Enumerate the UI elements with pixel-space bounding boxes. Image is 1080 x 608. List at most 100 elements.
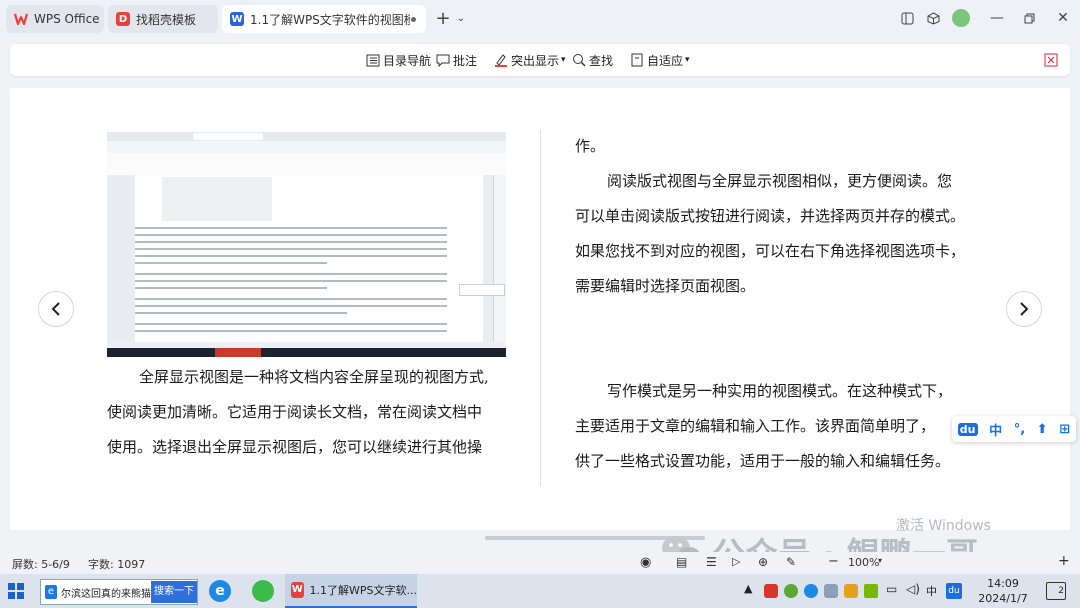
punctuation-icon[interactable]: °, — [1014, 422, 1025, 437]
ime-logo-icon[interactable]: du — [957, 422, 978, 436]
edge-logo-icon: e — [45, 585, 57, 599]
grid-menu-icon[interactable]: ⊞ — [1059, 422, 1070, 437]
search-button[interactable]: 搜索一下 — [151, 581, 197, 603]
comment-label: 批注 — [453, 53, 478, 68]
prev-page-button[interactable] — [38, 291, 74, 327]
close-box-icon — [1044, 53, 1058, 67]
minimize-icon[interactable]: — — [986, 8, 1008, 28]
zoom-in-icon[interactable]: + — [1058, 553, 1070, 569]
chevron-down-icon[interactable]: ⌄ — [450, 8, 472, 28]
page-view-icon[interactable]: ▤ — [676, 555, 687, 569]
taskbar-search-box[interactable]: e 尔滨这回真的来熊猫 搜索一下 — [40, 579, 198, 605]
highlight-pen-icon — [495, 54, 507, 67]
text-line: 写作模式是另一种实用的视图模式。在这种模式下， — [607, 382, 953, 400]
windows-start-icon[interactable] — [8, 583, 24, 603]
find-button[interactable]: 查找 — [572, 51, 613, 69]
cube-icon[interactable] — [922, 8, 944, 28]
page-left-text: 全屏显示视图是一种将文档内容全屏呈现的视图方式, 使阅读更加清晰。它适用于阅读长… — [107, 360, 507, 465]
text-line: 如果您找不到对应的视图，可以在右下角选择视图选项卡， — [575, 242, 966, 260]
windows-taskbar: e 尔滨这回真的来熊猫 搜索一下 e W 1.1了解WPS文字软... ▲ ▭ … — [0, 574, 1080, 608]
chevron-down-icon: ▾ — [561, 55, 566, 65]
browser-360-icon[interactable] — [252, 580, 274, 602]
edge-browser-icon[interactable]: e — [209, 580, 231, 602]
text-line: 可以单击阅读版式按钮进行阅读，并选择两页并存的模式。 — [575, 207, 966, 225]
status-bar: 屏数: 5-6/9 字数: 1097 ◉ ▤ ☰ ▷ ⊕ ✎ − 100% ▾ … — [0, 552, 1080, 574]
text-line: 供了一些格式设置功能，适用于一般的输入和编辑任务。 — [575, 452, 951, 470]
zoom-out-icon[interactable]: − — [828, 554, 839, 569]
exit-reading-button[interactable] — [1044, 51, 1061, 69]
chevron-left-icon — [51, 302, 60, 316]
text-line: 作。 — [575, 137, 606, 155]
chevron-right-icon — [1020, 302, 1029, 316]
chevron-down-icon: ▾ — [685, 55, 690, 65]
word-doc-icon: W — [230, 12, 244, 26]
text-line: 使用。选择退出全屏显示视图后，您可以继续进行其他操 — [107, 438, 483, 456]
tab-document[interactable]: W 1.1了解WPS文字软件的视图模式.c — [222, 5, 426, 33]
tab-label: 1.1了解WPS文字软件的视图模式.c — [250, 12, 410, 27]
clock-time: 14:09 — [987, 577, 1019, 590]
page-divider — [540, 130, 541, 486]
highlight-button[interactable]: 突出显示 ▾ — [494, 51, 566, 69]
ime-lang-button[interactable]: 中 — [989, 420, 1002, 439]
toc-label: 目录导航 — [383, 53, 432, 68]
play-icon[interactable]: ▷ — [732, 555, 740, 568]
tray-app-icon[interactable] — [864, 584, 878, 598]
toc-button[interactable]: 目录导航 — [366, 51, 431, 69]
tab-label: WPS Office — [34, 12, 100, 26]
page-fit-icon — [631, 53, 643, 67]
comment-icon — [436, 54, 450, 67]
ime-du-icon[interactable]: du — [946, 583, 962, 599]
next-page-button[interactable] — [1006, 291, 1042, 327]
tray-app-icon[interactable] — [804, 584, 818, 598]
eye-icon[interactable]: ◉ — [640, 555, 651, 570]
tab-wps-office[interactable]: WPS Office — [6, 5, 104, 33]
web-view-icon[interactable]: ⊕ — [758, 555, 768, 569]
tray-app-icon[interactable] — [844, 584, 858, 598]
sidebar-toggle-icon[interactable] — [896, 8, 918, 28]
ime-indicator[interactable]: 中 — [926, 583, 937, 599]
fit-button[interactable]: 自适应 ▾ — [630, 51, 690, 69]
text-line: 全屏显示视图是一种将文档内容全屏呈现的视图方式, — [139, 368, 489, 386]
docer-icon: D — [116, 12, 130, 26]
wps-app-icon: W — [291, 582, 304, 598]
tab-bar: WPS Office D 找稻壳模板 W 1.1了解WPS文字软件的视图模式.c… — [0, 0, 1080, 36]
word-count[interactable]: 字数: 1097 — [88, 556, 145, 572]
find-label: 查找 — [589, 53, 614, 68]
text-line: 主要适用于文章的编辑和输入工作。该界面简单明了， — [575, 417, 936, 435]
skin-icon[interactable]: ⬆ — [1037, 422, 1048, 437]
fit-label: 自适应 — [647, 53, 684, 68]
text-line: 需要编辑时选择页面视图。 — [575, 277, 756, 295]
tray-app-icon[interactable] — [824, 584, 838, 598]
taskbar-wps-app[interactable]: W 1.1了解WPS文字软... — [285, 574, 417, 608]
clock[interactable]: 14:09 2024/1/7 — [972, 576, 1034, 606]
tray-chevron-icon[interactable]: ▲ — [744, 582, 752, 595]
page-count: 屏数: 5-6/9 — [12, 558, 70, 571]
page-right-text: 作。 阅读版式视图与全屏显示视图相似，更方便阅读。您 可以单击阅读版式按钮进行阅… — [575, 129, 975, 479]
volume-icon[interactable]: ◁) — [906, 582, 920, 596]
pen-icon[interactable]: ✎ — [786, 555, 796, 569]
toc-icon — [366, 54, 380, 66]
outline-view-icon[interactable]: ☰ — [706, 555, 717, 569]
chevron-down-icon[interactable]: ▾ — [878, 556, 882, 565]
taskbar-app-label: 1.1了解WPS文字软... — [309, 584, 417, 597]
comment-button[interactable]: 批注 — [436, 51, 477, 69]
reading-toolbar: 目录导航 批注 突出显示 ▾ 查找 自适应 ▾ — [10, 44, 1070, 76]
restore-icon[interactable] — [1018, 8, 1040, 28]
ime-float-toolbar[interactable]: du 中 °, ⬆ ⊞ — [952, 416, 1076, 442]
close-icon[interactable]: ✕ — [1052, 8, 1074, 28]
avatar[interactable] — [950, 8, 972, 28]
text-line: 使阅读更加清晰。它适用于阅读长文档，常在阅读文档中 — [107, 403, 483, 421]
tray-app-icon[interactable] — [764, 584, 778, 598]
clock-date: 2024/1/7 — [978, 592, 1028, 605]
notification-icon[interactable]: 2 — [1046, 582, 1066, 600]
search-icon — [573, 54, 586, 67]
tab-template[interactable]: D 找稻壳模板 — [108, 5, 218, 33]
wps-logo-icon — [14, 12, 28, 26]
tray-app-icon[interactable] — [784, 584, 798, 598]
tab-label: 找稻壳模板 — [136, 12, 197, 27]
zoom-level[interactable]: 100% — [848, 556, 879, 569]
search-text: 尔滨这回真的来熊猫 — [61, 588, 151, 600]
highlight-label: 突出显示 — [511, 53, 560, 68]
network-icon[interactable]: ▭ — [886, 582, 897, 596]
text-line: 阅读版式视图与全屏显示视图相似，更方便阅读。您 — [607, 172, 953, 190]
